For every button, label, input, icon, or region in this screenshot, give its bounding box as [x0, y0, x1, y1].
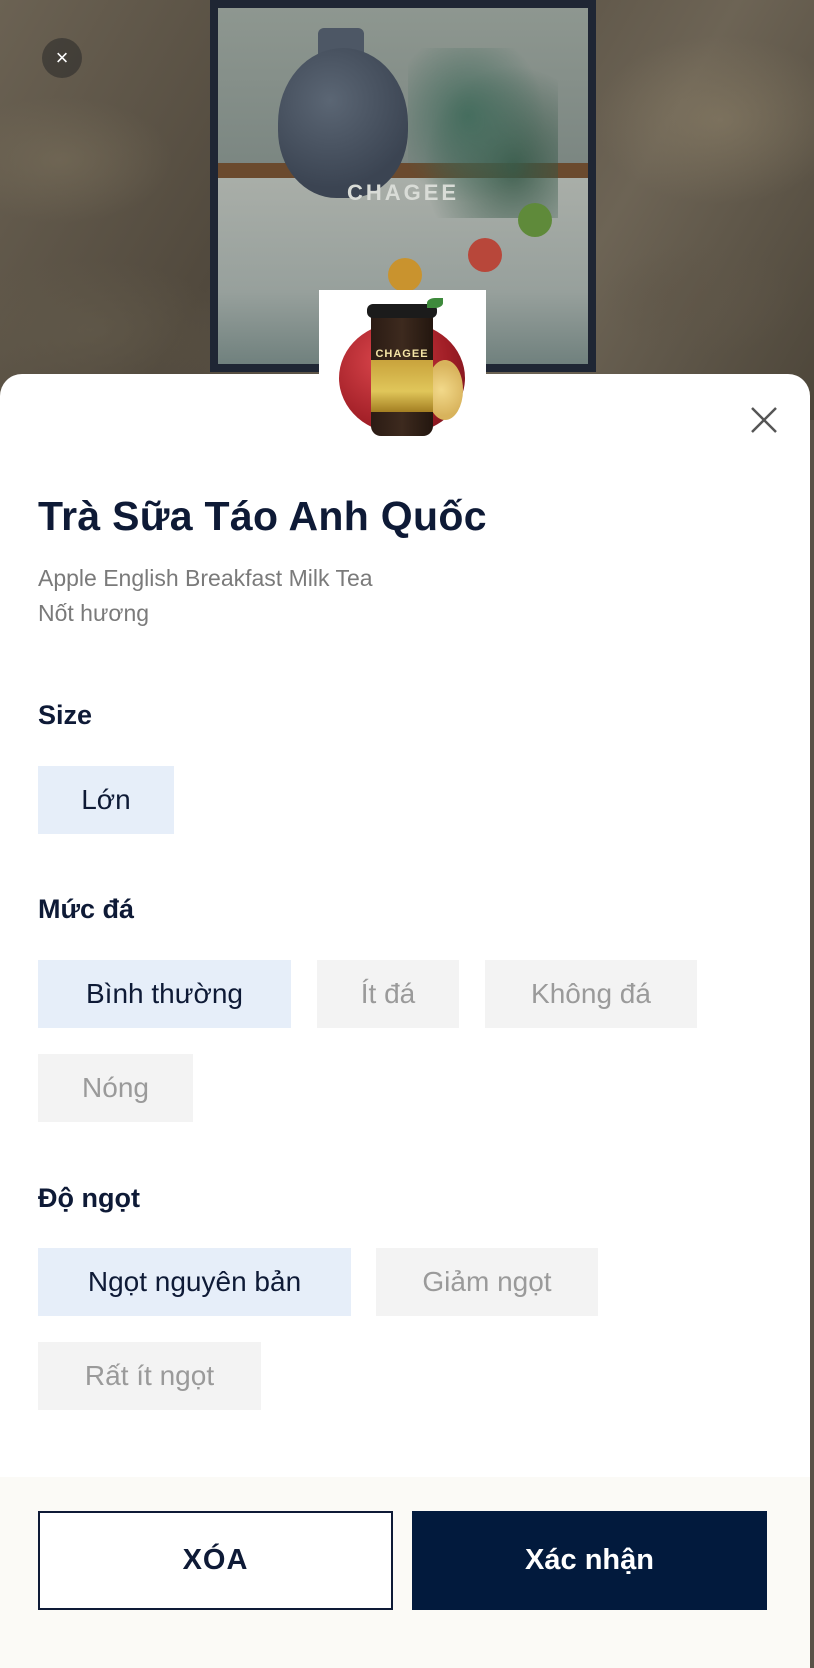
poster-brand: CHAGEE [346, 180, 460, 205]
product-thumbnail: CHAGEE [319, 290, 486, 450]
close-icon[interactable] [744, 400, 784, 440]
size-label: Size [38, 700, 93, 730]
confirm-button[interactable]: Xác nhận [412, 1511, 767, 1610]
clear-button[interactable]: XÓA [38, 1511, 393, 1610]
poster-fruit [388, 258, 422, 292]
ice-option-less[interactable]: Ít đá [317, 960, 459, 1028]
close-icon[interactable]: × [42, 38, 82, 78]
product-note: Nốt hương [38, 600, 150, 626]
size-option-large[interactable]: Lớn [38, 766, 174, 834]
product-title: Trà Sữa Táo Anh Quốc [38, 493, 487, 539]
close-icon-glyph [751, 407, 777, 433]
poster-fruit [518, 203, 552, 237]
ice-option-hot[interactable]: Nóng [38, 1054, 193, 1122]
thumb-cup-band [371, 360, 433, 412]
sweetness-option-original[interactable]: Ngọt nguyên bản [38, 1248, 351, 1316]
sweetness-label: Độ ngọt [38, 1183, 140, 1213]
ice-option-normal[interactable]: Bình thường [38, 960, 291, 1028]
sweetness-option-less[interactable]: Giảm ngọt [376, 1248, 598, 1316]
poster-vase [278, 48, 408, 198]
product-english-name: Apple English Breakfast Milk Tea [38, 565, 373, 591]
sweetness-option-very-little[interactable]: Rất ít ngọt [38, 1342, 261, 1410]
thumb-leaf [427, 298, 443, 308]
poster-fruit [468, 238, 502, 272]
ice-label: Mức đá [38, 894, 135, 924]
thumb-cup-brand: CHAGEE [375, 348, 429, 360]
ice-option-none[interactable]: Không đá [485, 960, 697, 1028]
